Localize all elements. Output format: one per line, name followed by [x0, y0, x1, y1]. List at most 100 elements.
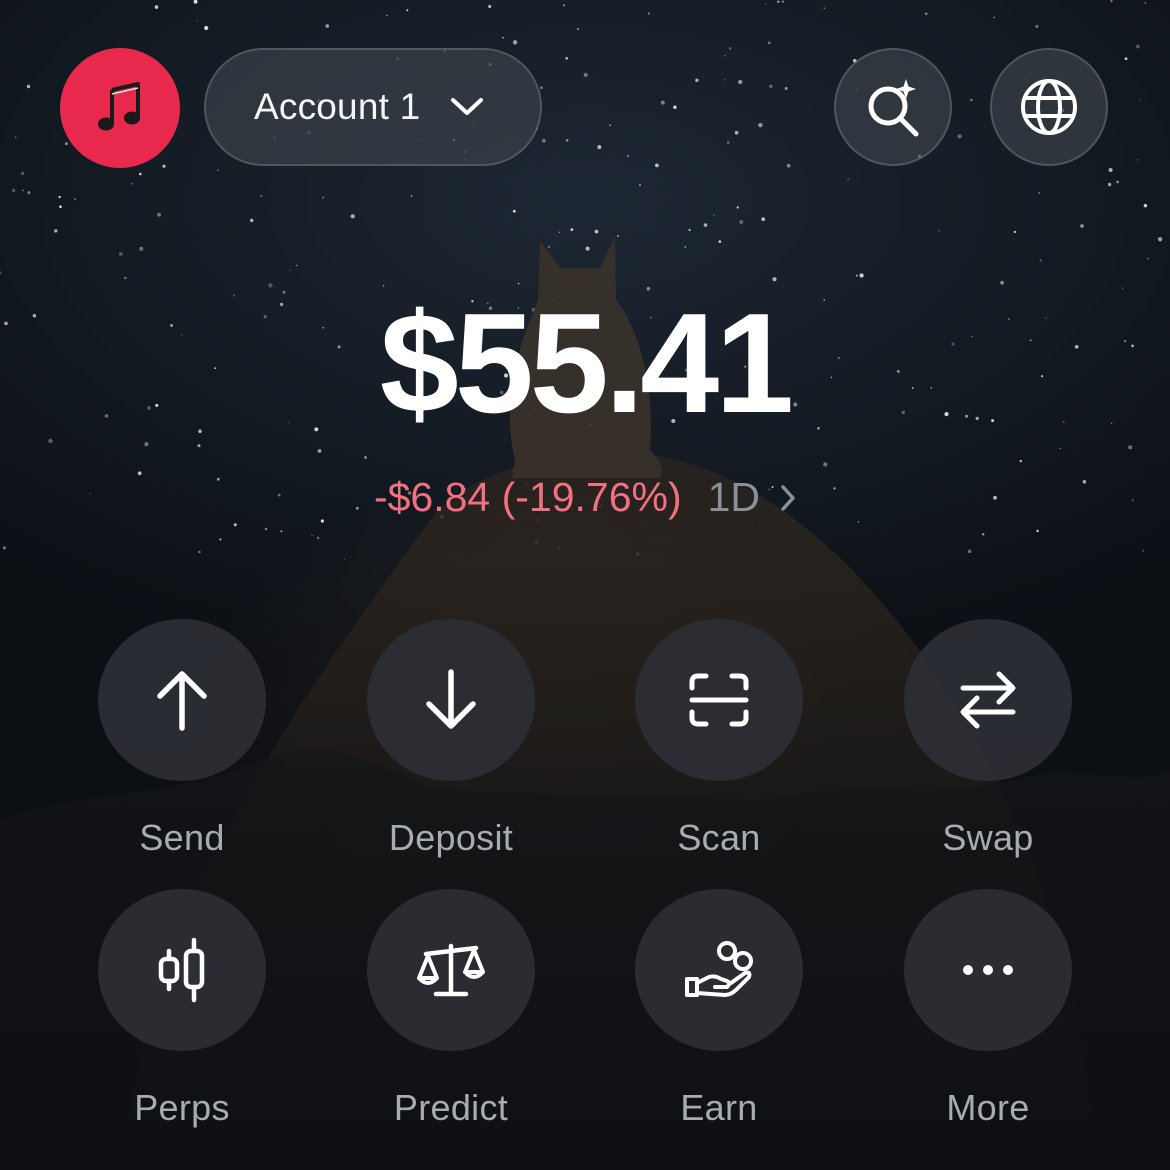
star	[534, 539, 539, 544]
balance-change-row[interactable]: -$6.84 (-19.76%) 1D	[0, 474, 1170, 521]
deposit-button[interactable]: Deposit	[336, 619, 566, 859]
star	[847, 178, 849, 180]
star	[11, 188, 16, 193]
star	[157, 212, 161, 217]
search-button[interactable]	[834, 48, 952, 166]
star	[617, 527, 619, 529]
more-circle[interactable]	[904, 889, 1072, 1051]
star	[1144, 2, 1147, 4]
star	[558, 231, 560, 233]
star	[684, 246, 687, 248]
balance-change: -$6.84 (-19.76%)	[373, 474, 682, 520]
star	[410, 195, 413, 197]
star	[736, 206, 739, 209]
star	[542, 138, 546, 143]
swap-circle[interactable]	[904, 619, 1072, 781]
swap-button[interactable]: Swap	[873, 619, 1103, 859]
account-avatar[interactable]	[60, 48, 180, 168]
perps-button[interactable]: Perps	[67, 889, 297, 1129]
star	[1139, 98, 1142, 101]
star	[289, 269, 291, 272]
predict-circle[interactable]	[367, 889, 535, 1051]
star	[570, 228, 574, 231]
star	[739, 220, 744, 224]
star	[734, 130, 739, 135]
star	[565, 139, 569, 142]
star	[767, 41, 771, 45]
star	[295, 264, 298, 267]
wallet-home-screen: Account 1 $55.41 -$6.84 (-19.76%) 1D Sen…	[0, 0, 1170, 1170]
star	[673, 105, 677, 109]
send-label: Send	[139, 817, 225, 858]
star	[823, 7, 826, 10]
star	[726, 141, 730, 144]
star	[22, 189, 24, 192]
star	[154, 5, 159, 9]
star	[557, 546, 562, 551]
predict-button[interactable]: Predict	[336, 889, 566, 1129]
star	[823, 462, 828, 467]
star	[311, 534, 313, 537]
globe-icon	[1019, 77, 1079, 137]
star	[724, 79, 726, 81]
scan-label: Scan	[677, 817, 761, 858]
star	[325, 24, 330, 28]
account-selector[interactable]: Account 1	[204, 48, 542, 166]
perps-label: Perps	[134, 1087, 230, 1128]
star	[1157, 237, 1163, 242]
star	[761, 217, 765, 221]
star	[1142, 549, 1145, 552]
star	[233, 523, 237, 527]
star	[1110, 0, 1113, 3]
star	[758, 122, 763, 128]
star	[74, 198, 76, 201]
star	[688, 229, 691, 232]
candlestick-icon	[156, 937, 208, 1003]
star	[65, 142, 68, 146]
star	[855, 274, 858, 277]
star	[781, 0, 784, 3]
deposit-circle[interactable]	[367, 619, 535, 781]
star	[769, 84, 773, 88]
star	[967, 549, 972, 554]
star	[1038, 191, 1041, 194]
period-label: 1D	[707, 474, 761, 520]
star	[583, 72, 588, 77]
star	[639, 184, 641, 186]
arrow-up-icon	[154, 668, 210, 732]
more-button[interactable]: More	[873, 889, 1103, 1129]
scan-button[interactable]: Scan	[604, 619, 834, 859]
star	[502, 36, 504, 39]
network-button[interactable]	[990, 48, 1108, 166]
chevron-right-icon	[780, 484, 796, 512]
star	[204, 25, 209, 31]
deposit-label: Deposit	[388, 817, 514, 858]
scan-circle[interactable]	[635, 619, 803, 781]
star	[784, 87, 788, 90]
star	[772, 277, 777, 282]
perps-circle[interactable]	[98, 889, 266, 1051]
star	[695, 78, 699, 82]
star	[0, 271, 2, 275]
star	[993, 16, 995, 19]
star	[2, 546, 6, 550]
send-button[interactable]: Send	[67, 619, 297, 859]
star	[512, 468, 515, 471]
star	[957, 134, 962, 139]
star	[20, 171, 25, 176]
star	[981, 532, 985, 536]
star	[59, 205, 62, 209]
star	[196, 20, 199, 22]
more-dots-icon	[962, 964, 1014, 976]
star	[1036, 529, 1039, 533]
earn-button[interactable]: Earn	[604, 889, 834, 1129]
arrow-down-icon	[423, 668, 479, 732]
music-note-icon	[92, 80, 148, 136]
send-circle[interactable]	[98, 619, 266, 781]
earn-circle[interactable]	[635, 889, 803, 1051]
star	[1108, 167, 1113, 173]
star	[703, 223, 708, 227]
star	[488, 4, 492, 9]
scale-icon	[416, 940, 486, 1000]
star	[118, 252, 123, 256]
